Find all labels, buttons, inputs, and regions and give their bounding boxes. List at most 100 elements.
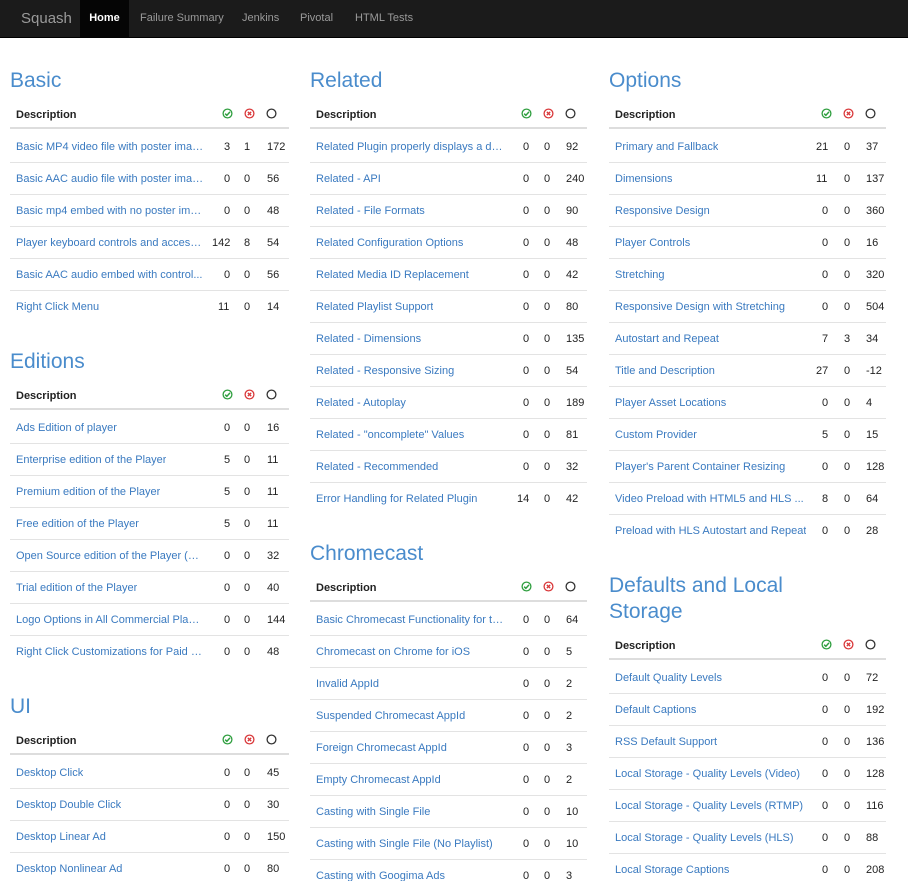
test-link[interactable]: Casting with Single File [316, 806, 430, 818]
test-link[interactable]: Default Captions [615, 704, 696, 716]
check-circle-icon[interactable] [521, 108, 532, 119]
test-link[interactable]: Primary and Fallback [615, 141, 718, 153]
passed-count: 0 [224, 646, 231, 658]
nav-jenkins[interactable]: Jenkins [242, 0, 279, 37]
x-circle-icon[interactable] [244, 389, 255, 400]
test-link[interactable]: Invalid AppId [316, 678, 379, 690]
test-link[interactable]: Open Source edition of the Player (Te... [16, 550, 204, 562]
test-link[interactable]: Player's Parent Container Resizing [615, 461, 785, 473]
test-link[interactable]: Related - "oncomplete" Values [316, 429, 464, 441]
passed-count: 0 [822, 704, 829, 716]
nav-pivotal[interactable]: Pivotal [300, 0, 333, 37]
pending-count: 240 [566, 173, 585, 185]
x-circle-icon[interactable] [244, 108, 255, 119]
brand-logo[interactable]: Squash [21, 0, 72, 37]
test-link[interactable]: Basic Chromecast Functionality for th... [316, 614, 504, 626]
description-column-header[interactable]: Description [316, 109, 377, 121]
test-link[interactable]: Player keyboard controls and accessi... [16, 237, 204, 249]
test-link[interactable]: Default Quality Levels [615, 672, 722, 684]
passed-count: 0 [523, 614, 530, 626]
test-link[interactable]: Player Controls [615, 237, 690, 249]
nav-failure-summary[interactable]: Failure Summary [140, 0, 224, 37]
test-link[interactable]: Free edition of the Player [16, 518, 139, 530]
description-column-header[interactable]: Description [316, 582, 377, 594]
empty-circle-icon[interactable] [865, 108, 876, 119]
test-link[interactable]: Desktop Nonlinear Ad [16, 863, 122, 875]
test-link[interactable]: Local Storage - Quality Levels (HLS) [615, 832, 794, 844]
empty-circle-icon[interactable] [565, 108, 576, 119]
failed-count: 0 [544, 774, 551, 786]
test-link[interactable]: Related Media ID Replacement [316, 269, 469, 281]
test-link[interactable]: Error Handling for Related Plugin [316, 493, 477, 505]
test-link[interactable]: Empty Chromecast AppId [316, 774, 441, 786]
empty-circle-icon[interactable] [266, 734, 277, 745]
description-column-header[interactable]: Description [615, 109, 676, 121]
test-link[interactable]: Related - Dimensions [316, 333, 421, 345]
description-column-header[interactable]: Description [16, 109, 77, 121]
test-link[interactable]: Custom Provider [615, 429, 697, 441]
test-link[interactable]: Casting with Single File (No Playlist) [316, 838, 493, 850]
test-link[interactable]: Basic MP4 video file with poster image [16, 141, 204, 153]
test-link[interactable]: Right Click Menu [16, 301, 99, 313]
test-link[interactable]: Right Click Customizations for Paid V... [16, 646, 204, 658]
x-circle-icon[interactable] [843, 639, 854, 650]
x-circle-icon[interactable] [543, 581, 554, 592]
test-link[interactable]: Related - Responsive Sizing [316, 365, 454, 377]
nav-home[interactable]: Home [80, 0, 129, 37]
test-link[interactable]: Basic mp4 embed with no poster image [16, 205, 204, 217]
empty-circle-icon[interactable] [565, 581, 576, 592]
test-link[interactable]: Casting with Googima Ads [316, 870, 445, 881]
x-circle-icon[interactable] [843, 108, 854, 119]
test-link[interactable]: Autostart and Repeat [615, 333, 719, 345]
check-circle-icon[interactable] [222, 389, 233, 400]
test-link[interactable]: Foreign Chromecast AppId [316, 742, 447, 754]
test-link[interactable]: Related Plugin properly displays a do... [316, 141, 504, 153]
test-link[interactable]: Related Configuration Options [316, 237, 463, 249]
test-link[interactable]: Desktop Linear Ad [16, 831, 106, 843]
test-link[interactable]: Related Playlist Support [316, 301, 433, 313]
test-link[interactable]: Enterprise edition of the Player [16, 454, 166, 466]
test-link[interactable]: Stretching [615, 269, 665, 281]
description-column-header[interactable]: Description [16, 735, 77, 747]
check-circle-icon[interactable] [222, 734, 233, 745]
test-link[interactable]: Desktop Double Click [16, 799, 121, 811]
test-link[interactable]: Basic AAC audio file with poster image [16, 173, 204, 185]
check-circle-icon[interactable] [821, 639, 832, 650]
test-link[interactable]: RSS Default Support [615, 736, 717, 748]
test-link[interactable]: Suspended Chromecast AppId [316, 710, 465, 722]
check-circle-icon[interactable] [222, 108, 233, 119]
empty-circle-icon[interactable] [865, 639, 876, 650]
test-link[interactable]: Related - Recommended [316, 461, 438, 473]
test-link[interactable]: Ads Edition of player [16, 422, 117, 434]
test-link[interactable]: Related - Autoplay [316, 397, 406, 409]
check-circle-icon[interactable] [521, 581, 532, 592]
test-link[interactable]: Trial edition of the Player [16, 582, 137, 594]
x-circle-icon[interactable] [244, 734, 255, 745]
nav-html-tests[interactable]: HTML Tests [355, 0, 413, 37]
check-circle-icon[interactable] [821, 108, 832, 119]
test-link[interactable]: Local Storage - Quality Levels (RTMP) [615, 800, 803, 812]
test-link[interactable]: Dimensions [615, 173, 672, 185]
test-link[interactable]: Basic AAC audio embed with control... [16, 269, 202, 281]
test-link[interactable]: Chromecast on Chrome for iOS [316, 646, 470, 658]
test-link[interactable]: Responsive Design with Stretching [615, 301, 785, 313]
test-link[interactable]: Related - API [316, 173, 381, 185]
test-link[interactable]: Desktop Click [16, 767, 83, 779]
pending-count: 32 [566, 461, 579, 473]
empty-circle-icon[interactable] [266, 108, 277, 119]
test-link[interactable]: Local Storage - Quality Levels (Video) [615, 768, 800, 780]
test-link[interactable]: Local Storage Captions [615, 864, 729, 876]
test-link[interactable]: Logo Options in All Commercial Playe... [16, 614, 204, 626]
x-circle-icon[interactable] [543, 108, 554, 119]
test-link[interactable]: Player Asset Locations [615, 397, 726, 409]
test-link[interactable]: Premium edition of the Player [16, 486, 160, 498]
failed-count: 1 [244, 141, 251, 153]
description-column-header[interactable]: Description [16, 390, 77, 402]
test-link[interactable]: Related - File Formats [316, 205, 425, 217]
description-column-header[interactable]: Description [615, 640, 676, 652]
empty-circle-icon[interactable] [266, 389, 277, 400]
test-link[interactable]: Preload with HLS Autostart and Repeat [615, 525, 806, 537]
test-link[interactable]: Title and Description [615, 365, 715, 377]
test-link[interactable]: Responsive Design [615, 205, 710, 217]
test-link[interactable]: Video Preload with HTML5 and HLS ... [615, 493, 804, 505]
